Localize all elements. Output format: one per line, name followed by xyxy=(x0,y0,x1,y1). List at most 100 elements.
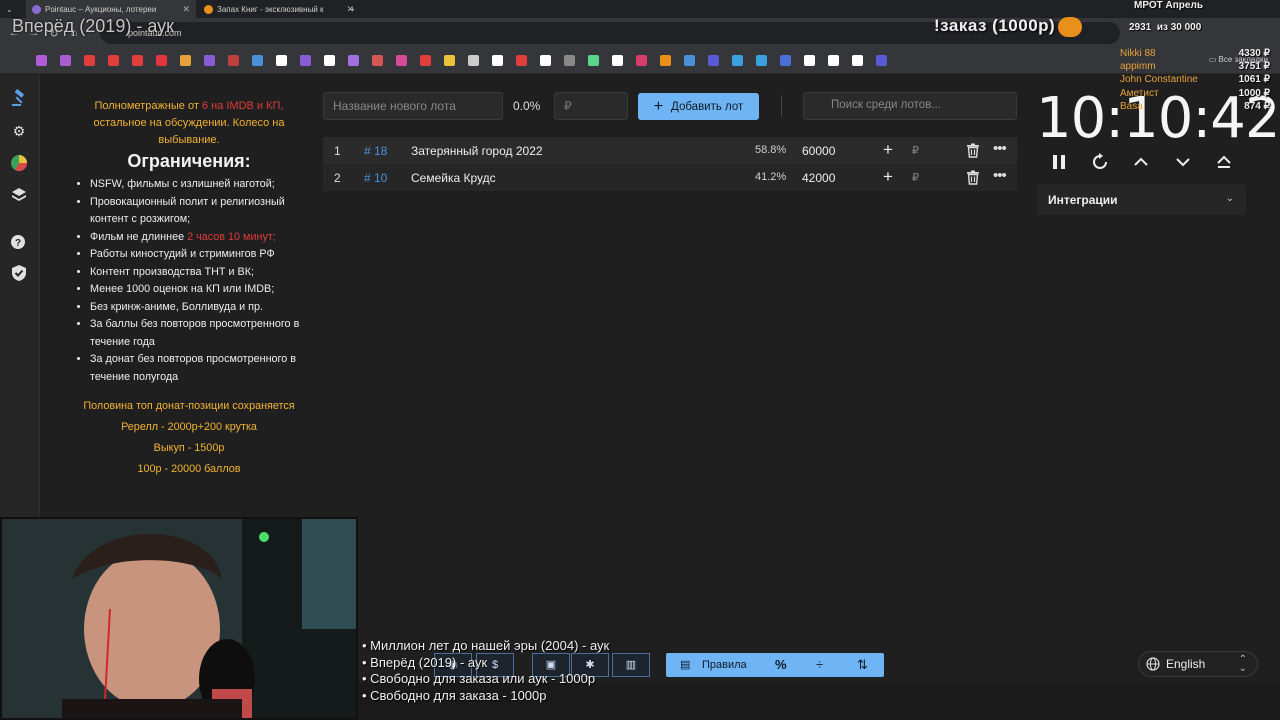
tab-zapah-knig[interactable]: Запах Книг - эксклюзивный к ✕ xyxy=(198,0,360,18)
restriction-item: За баллы без повторов просмотренного в т… xyxy=(90,316,302,351)
browser-tabbar: ⌄ Pointauc – Аукционы, лотереи ✕ Запах К… xyxy=(0,0,1280,18)
add-amount-button[interactable]: + xyxy=(883,167,893,187)
rules-icon[interactable]: ▤ xyxy=(680,653,690,677)
compress-icon[interactable]: ÷ xyxy=(816,653,823,677)
bookmark-icon[interactable] xyxy=(708,55,719,66)
more-options-icon[interactable]: ••• xyxy=(993,140,1007,157)
bookmark-icon[interactable] xyxy=(228,55,239,66)
donor-name: Аметист xyxy=(1120,87,1159,99)
pause-icon[interactable] xyxy=(1049,152,1069,172)
rules-panel: Полнометражные от 6 на IMDB и КП, осталь… xyxy=(76,98,302,480)
bookmark-icon[interactable] xyxy=(876,55,887,66)
bookmark-icon[interactable] xyxy=(252,55,263,66)
bookmark-icon[interactable] xyxy=(372,55,383,66)
donor-name: appimm xyxy=(1120,61,1156,73)
bookmark-icon[interactable] xyxy=(108,55,119,66)
footer-line: Ререлл - 2000р+200 крутка xyxy=(121,421,257,433)
bookmark-icon[interactable] xyxy=(732,55,743,66)
intro-highlight: 6 на IMDB и КП, xyxy=(201,100,284,112)
chart-pie-icon[interactable] xyxy=(10,154,28,172)
help-icon[interactable]: ? xyxy=(10,233,28,251)
footer-line: Половина топ донат-позиции сохраняется xyxy=(83,400,295,412)
goal-value: 2931 xyxy=(1129,22,1152,33)
new-tab-button[interactable]: + xyxy=(344,0,364,18)
bookmark-icon[interactable] xyxy=(636,55,647,66)
clear-lots-icon[interactable]: ▥ xyxy=(612,653,650,677)
layers-icon[interactable] xyxy=(10,186,28,204)
rules-button[interactable]: Правила xyxy=(702,653,747,677)
chevron-down-icon: ⌄ xyxy=(6,4,13,14)
ticker-line: • Свободно для заказа или аук - 1000р xyxy=(362,671,596,686)
bookmark-icon[interactable] xyxy=(828,55,839,66)
chevron-down-icon[interactable] xyxy=(1173,152,1193,172)
restriction-item: Менее 1000 оценок на КП или IMDB; xyxy=(90,281,302,299)
queue-ticker: • Миллион лет до нашей эры (2004) - аук … xyxy=(362,638,609,704)
lot-row[interactable]: 1 # 18 Затерянный город 2022 58.8% 60000… xyxy=(323,137,1017,164)
order-banner: !заказ (1000р) xyxy=(934,16,1056,35)
bookmark-icon[interactable] xyxy=(756,55,767,66)
bookmark-icon[interactable] xyxy=(420,55,431,66)
bookmark-icon[interactable] xyxy=(84,55,95,66)
lot-currency: ₽ xyxy=(912,145,919,157)
restrictions-heading: Ограничения: xyxy=(127,151,251,171)
lot-id[interactable]: # 10 xyxy=(364,171,387,185)
bookmark-icon[interactable] xyxy=(132,55,143,66)
lot-name[interactable]: Затерянный город 2022 xyxy=(411,144,543,158)
bookmark-icon[interactable] xyxy=(564,55,575,66)
bookmark-icon[interactable] xyxy=(348,55,359,66)
donor-name: Nikki 88 xyxy=(1120,48,1156,59)
bookmark-icon[interactable] xyxy=(612,55,623,66)
add-lot-button[interactable]: + Добавить лот xyxy=(638,93,759,120)
bookmark-icon[interactable] xyxy=(468,55,479,66)
new-lot-price-input[interactable]: ₽ xyxy=(554,92,628,120)
lot-search-input[interactable]: Поиск среди лотов... xyxy=(803,92,1017,120)
bookmark-icon[interactable] xyxy=(204,55,215,66)
bookmark-icon[interactable] xyxy=(276,55,287,66)
bookmark-icon[interactable] xyxy=(36,55,47,66)
more-options-icon[interactable]: ••• xyxy=(993,167,1007,184)
bookmark-icon[interactable] xyxy=(396,55,407,66)
bookmark-icon[interactable] xyxy=(516,55,527,66)
close-icon[interactable]: ✕ xyxy=(182,4,190,15)
bookmark-icon[interactable] xyxy=(180,55,191,66)
language-select[interactable]: English ⌃ ⌄ xyxy=(1138,651,1258,677)
trash-icon[interactable] xyxy=(966,170,980,185)
donor-amount: 1061 ₽ xyxy=(1238,74,1270,86)
settings-icon[interactable]: ⚙ xyxy=(10,122,28,140)
bookmark-icon[interactable] xyxy=(540,55,551,66)
percent-button[interactable]: % xyxy=(775,653,787,677)
new-lot-name-input[interactable]: Название нового лота xyxy=(323,92,503,120)
lot-amount[interactable]: 42000 xyxy=(802,171,835,185)
lot-name[interactable]: Семейка Крудс xyxy=(411,171,496,185)
input-placeholder: Название нового лота xyxy=(333,99,456,113)
bookmark-icon[interactable] xyxy=(588,55,599,66)
bookmark-icon[interactable] xyxy=(444,55,455,66)
intro-text: Полнометражные от xyxy=(94,100,199,112)
bookmark-icon[interactable] xyxy=(492,55,503,66)
lot-amount[interactable]: 60000 xyxy=(802,144,835,158)
integrations-accordion[interactable]: Интеграции ⌄ xyxy=(1037,184,1246,215)
reset-icon[interactable] xyxy=(1090,152,1110,172)
bookmark-icon[interactable] xyxy=(300,55,311,66)
lot-percent: 41.2% xyxy=(755,171,787,183)
bookmark-icon[interactable] xyxy=(156,55,167,66)
bookmark-icon[interactable] xyxy=(780,55,791,66)
sort-icon[interactable]: ⇅ xyxy=(857,653,868,677)
chevron-up-icon[interactable] xyxy=(1131,152,1151,172)
eject-icon[interactable] xyxy=(1214,152,1234,172)
bookmark-icon[interactable] xyxy=(660,55,671,66)
bookmark-icon[interactable] xyxy=(60,55,71,66)
trash-icon[interactable] xyxy=(966,143,980,158)
bookmark-icon[interactable] xyxy=(852,55,863,66)
lot-row[interactable]: 2 # 10 Семейка Крудс 41.2% 42000 + ₽ ••• xyxy=(323,164,1017,191)
tab-title: Запах Книг - эксклюзивный к xyxy=(217,4,324,14)
lot-id[interactable]: # 18 xyxy=(364,144,387,158)
add-amount-button[interactable]: + xyxy=(883,140,893,160)
bookmark-icon[interactable] xyxy=(804,55,815,66)
gavel-icon[interactable] xyxy=(10,88,28,107)
input-placeholder: Поиск среди лотов... xyxy=(831,99,941,111)
bookmark-icon[interactable] xyxy=(324,55,335,66)
shield-icon[interactable] xyxy=(10,264,28,282)
bookmark-icon[interactable] xyxy=(684,55,695,66)
screen: ⌄ Pointauc – Аукционы, лотереи ✕ Запах К… xyxy=(0,0,1280,720)
